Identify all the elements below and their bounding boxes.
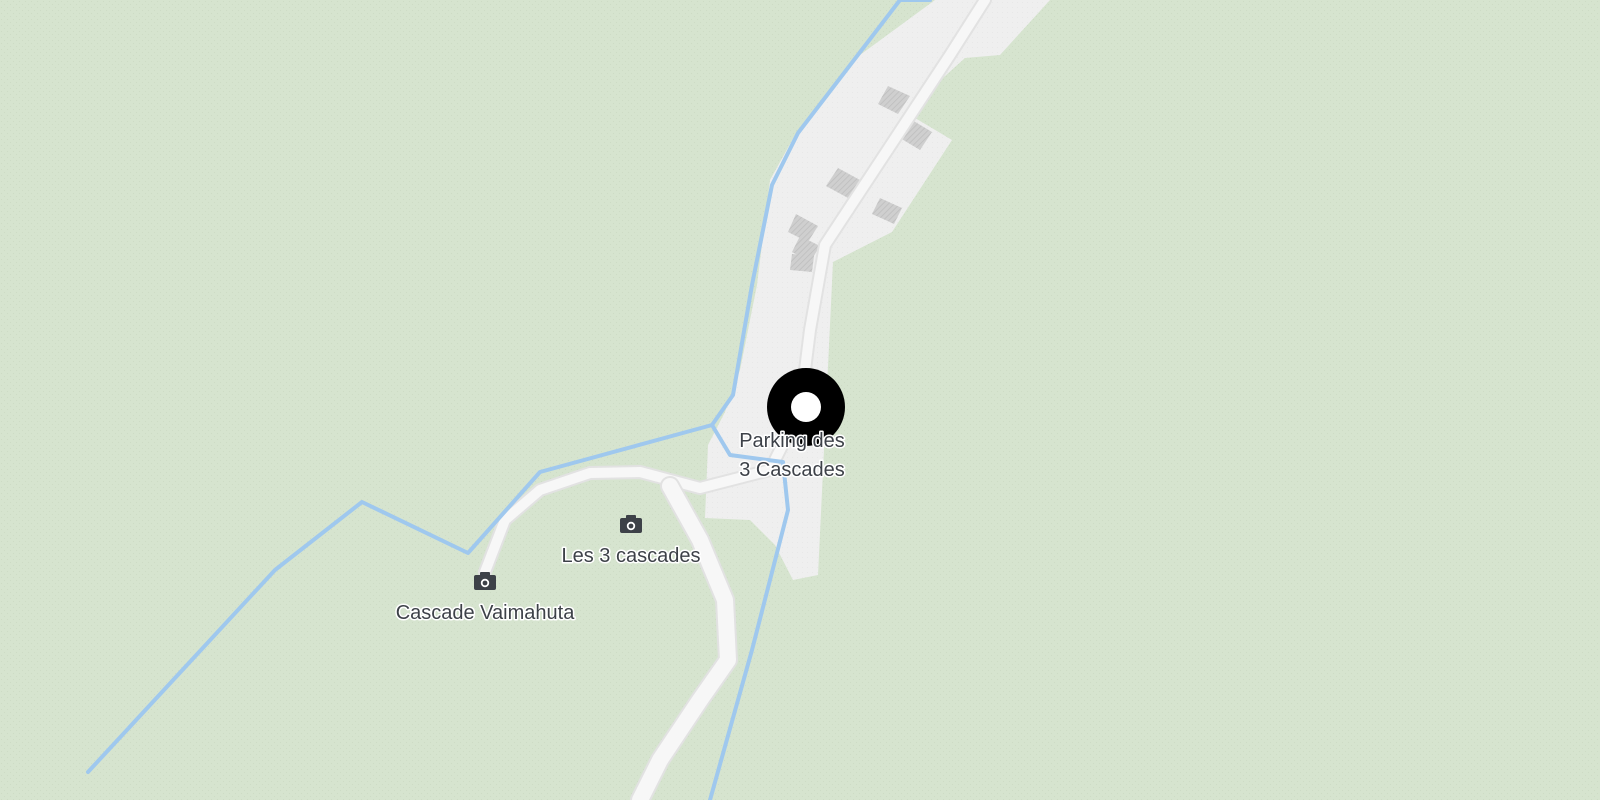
building: [790, 254, 814, 272]
poi-label: Les 3 cascades: [562, 545, 701, 567]
poi-label-line2: 3 Cascades: [739, 459, 845, 481]
poi-label: Cascade Vaimahuta: [396, 602, 576, 624]
map-canvas[interactable]: Parking des 3 Cascades Les 3 cascades Ca…: [0, 0, 1600, 800]
poi-label: Parking des: [739, 430, 845, 452]
